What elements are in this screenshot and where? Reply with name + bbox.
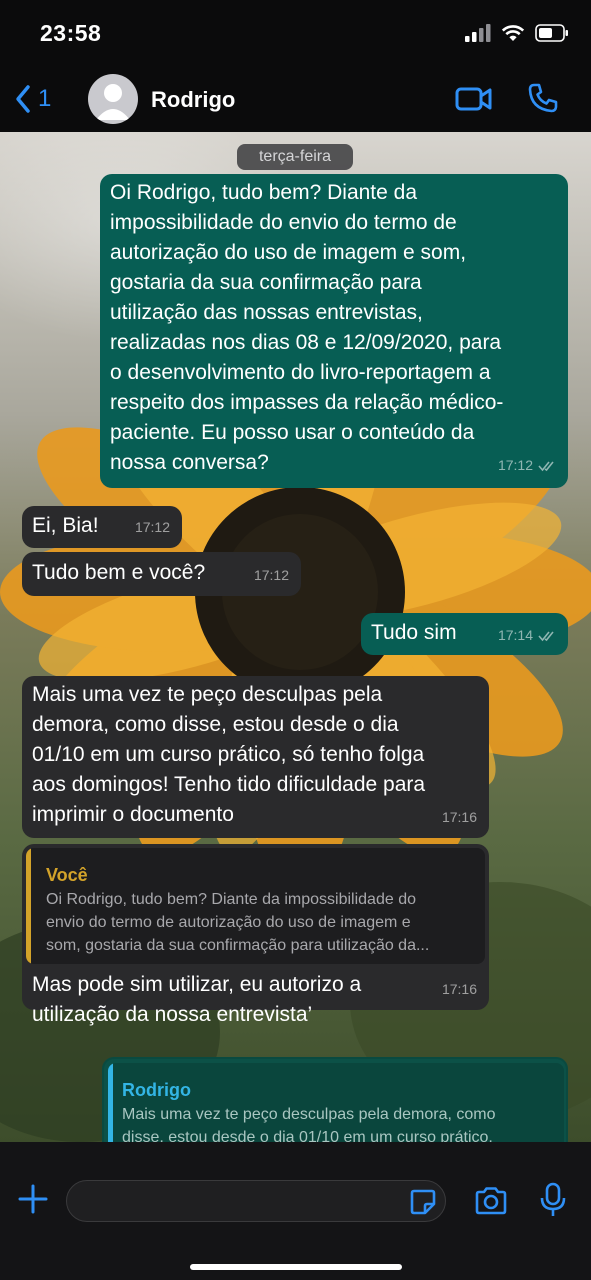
back-button[interactable]: 1 [14,84,51,114]
microphone-button[interactable] [540,1182,566,1223]
person-icon [96,84,130,120]
plus-icon [18,1184,48,1214]
message-text: Ei, Bia! [32,514,99,537]
message-time: 17:14 [497,627,533,643]
message-incoming[interactable]: Ei, Bia! 17:12 [22,506,182,548]
message-outgoing-reply[interactable]: Rodrigo Mais uma vez te peço desculpas p… [102,1057,568,1142]
message-time: 17:12 [134,519,170,535]
wifi-icon [501,25,525,41]
camera-button[interactable] [474,1186,508,1221]
message-time: 17:16 [441,981,477,997]
quote-author: Você [46,865,88,885]
video-camera-icon [455,87,492,111]
chat-header: 1 Rodrigo [0,70,591,132]
message-input[interactable] [66,1180,446,1222]
microphone-icon [540,1182,566,1216]
quoted-message[interactable]: Rodrigo Mais uma vez te peço desculpas p… [108,1063,564,1142]
chevron-left-icon [16,85,30,113]
message-time: 17:12 [253,567,289,583]
home-indicator[interactable] [190,1264,402,1270]
phone-icon [528,83,558,113]
cellular-signal-icon [465,24,491,42]
quote-bar [108,1063,113,1142]
status-bar: 23:58 [0,0,591,70]
message-meta: 17:12 [498,450,558,480]
sticker-button[interactable] [410,1189,436,1220]
message-incoming-reply[interactable]: Você Oi Rodrigo, tudo bem? Diante da imp… [22,844,489,1026]
message-time: 17:12 [497,457,533,473]
unread-count: 1 [38,85,52,112]
sticker-icon [410,1189,436,1215]
quote-text: Oi Rodrigo, tudo bem? Diante da impossib… [46,891,430,954]
contact-name[interactable]: Rodrigo [151,87,235,113]
quote-bar [26,848,31,964]
date-separator: terça-feira [237,144,353,170]
status-time: 23:58 [40,20,102,46]
message-text: Tudo sim [371,621,457,644]
read-ticks-icon [538,631,554,642]
chat-area[interactable]: terça-feira Oi Rodrigo, tudo bem? Diante… [0,132,591,1142]
message-meta: 17:14 [498,620,558,650]
message-text: Oi Rodrigo, tudo bem? Diante da impossib… [110,181,504,474]
message-input-bar [0,1142,591,1280]
attach-button[interactable] [18,1184,48,1219]
message-incoming[interactable]: Mais uma vez te peço desculpas pela demo… [22,676,489,838]
battery-icon [535,24,568,42]
message-text: Mais uma vez te peço desculpas pela demo… [32,683,426,826]
message-incoming[interactable]: Tudo bem e você? 17:12 [22,552,301,596]
avatar[interactable] [88,74,138,124]
status-icons [465,24,569,42]
message-text: Tudo bem e você? [32,561,206,584]
quoted-message[interactable]: Você Oi Rodrigo, tudo bem? Diante da imp… [26,848,485,964]
quote-author: Rodrigo [122,1080,191,1100]
camera-icon [475,1187,507,1215]
message-outgoing[interactable]: Oi Rodrigo, tudo bem? Diante da impossib… [100,174,568,488]
message-outgoing[interactable]: Tudo sim 17:14 [361,613,568,655]
read-ticks-icon [538,461,554,472]
video-call-button[interactable] [455,85,493,118]
message-time: 17:16 [441,809,477,825]
voice-call-button[interactable] [527,82,559,119]
message-text: Mas pode sim utilizar, eu autorizo a uti… [32,973,362,1026]
quote-text: Mais uma vez te peço desculpas pela demo… [122,1106,496,1142]
